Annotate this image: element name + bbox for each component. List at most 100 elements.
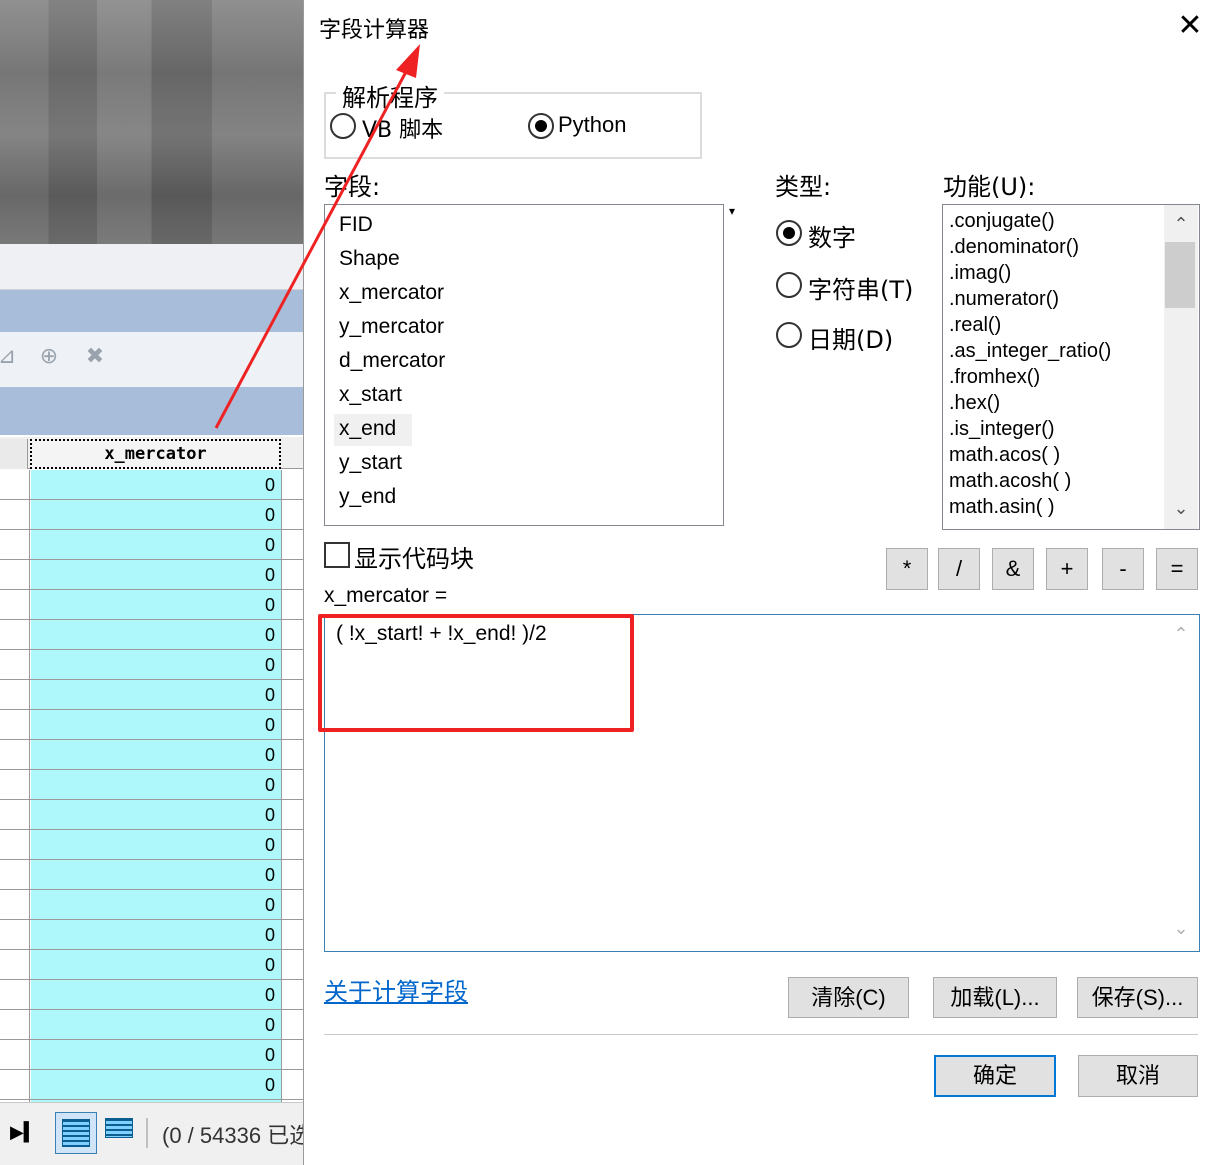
operator-plus-button[interactable]: +	[1046, 548, 1088, 590]
show-all-records-button[interactable]	[55, 1112, 97, 1154]
row-selector[interactable]	[0, 680, 30, 709]
table-row[interactable]: 0	[0, 770, 303, 800]
table-cell-x-mercator[interactable]: 0	[31, 650, 282, 679]
table-cell-x-mercator[interactable]: 0	[31, 1040, 282, 1069]
table-cell-x-mercator[interactable]: 0	[31, 980, 282, 1009]
type-date-radio[interactable]	[776, 322, 802, 348]
row-selector[interactable]	[0, 740, 30, 769]
table-cell-x-mercator[interactable]: 0	[31, 950, 282, 979]
function-item[interactable]: .is_integer()	[949, 418, 1055, 441]
field-item[interactable]: FID	[339, 213, 373, 237]
function-item[interactable]: math.asin( )	[949, 496, 1055, 519]
table-cell-x-mercator[interactable]: 0	[31, 530, 282, 559]
field-item[interactable]: y_end	[339, 485, 396, 509]
row-selector[interactable]	[0, 980, 30, 1009]
table-cell-next[interactable]	[283, 1010, 303, 1039]
table-cell-x-mercator[interactable]: 0	[31, 500, 282, 529]
operator-equals-button[interactable]: =	[1156, 548, 1198, 590]
row-selector[interactable]	[0, 590, 30, 619]
parser-vbscript-radio[interactable]	[330, 113, 356, 139]
field-item[interactable]: x_end	[339, 417, 396, 441]
table-cell-next[interactable]	[283, 560, 303, 589]
table-row[interactable]: 0	[0, 680, 303, 710]
select-by-attributes-icon[interactable]: ⊿	[0, 344, 20, 370]
table-row[interactable]: 0	[0, 710, 303, 740]
row-selector[interactable]	[0, 710, 30, 739]
field-item[interactable]: x_start	[339, 383, 402, 407]
table-cell-x-mercator[interactable]: 0	[31, 710, 282, 739]
table-row[interactable]: 0	[0, 470, 303, 500]
table-cell-next[interactable]	[283, 740, 303, 769]
scroll-up-icon[interactable]: ⌃	[1166, 214, 1196, 235]
table-cell-next[interactable]	[283, 770, 303, 799]
row-selector[interactable]	[0, 500, 30, 529]
table-cell-x-mercator[interactable]: 0	[31, 890, 282, 919]
column-header-x-mercator[interactable]: x_mercator	[30, 439, 281, 469]
table-cell-x-mercator[interactable]: 0	[31, 1010, 282, 1039]
row-selector[interactable]	[0, 950, 30, 979]
function-item[interactable]: .denominator()	[949, 236, 1079, 259]
row-selector[interactable]	[0, 800, 30, 829]
table-cell-next[interactable]	[283, 1040, 303, 1069]
function-item[interactable]: .imag()	[949, 262, 1011, 285]
table-cell-next[interactable]	[283, 470, 303, 499]
operator-ampersand-button[interactable]: &	[992, 548, 1034, 590]
table-row[interactable]: 0	[0, 830, 303, 860]
last-record-icon[interactable]: ▶▍	[10, 1122, 38, 1143]
table-row[interactable]: 0	[0, 1040, 303, 1070]
table-row[interactable]: 0	[0, 1070, 303, 1100]
table-cell-next[interactable]	[283, 980, 303, 1009]
field-item[interactable]: y_mercator	[339, 315, 444, 339]
table-row[interactable]: 0	[0, 530, 303, 560]
close-icon[interactable]: ✕	[1170, 8, 1210, 44]
table-cell-x-mercator[interactable]: 0	[31, 830, 282, 859]
row-selector[interactable]	[0, 650, 30, 679]
functions-scroll-thumb[interactable]	[1165, 242, 1195, 308]
field-item[interactable]: x_mercator	[339, 281, 444, 305]
delete-icon[interactable]: ✖	[82, 344, 108, 370]
field-item[interactable]: Shape	[339, 247, 400, 271]
table-row[interactable]: 0	[0, 560, 303, 590]
table-cell-next[interactable]	[283, 800, 303, 829]
cancel-button[interactable]: 取消	[1078, 1055, 1198, 1097]
scroll-down-icon[interactable]: ⌄	[1166, 498, 1196, 519]
table-cell-next[interactable]	[283, 920, 303, 949]
table-cell-next[interactable]	[283, 650, 303, 679]
zoom-to-selected-icon[interactable]: ⊕	[36, 344, 62, 370]
function-item[interactable]: math.acosh( )	[949, 470, 1071, 493]
table-cell-x-mercator[interactable]: 0	[31, 590, 282, 619]
table-cell-next[interactable]	[283, 950, 303, 979]
table-cell-x-mercator[interactable]: 0	[31, 620, 282, 649]
table-row[interactable]: 0	[0, 650, 303, 680]
table-row[interactable]: 0	[0, 590, 303, 620]
sort-dropdown-icon[interactable]: ▾	[729, 204, 735, 218]
field-item[interactable]: y_start	[339, 451, 402, 475]
row-selector[interactable]	[0, 890, 30, 919]
table-row[interactable]: 0	[0, 1010, 303, 1040]
table-cell-next[interactable]	[283, 890, 303, 919]
table-cell-next[interactable]	[283, 530, 303, 559]
table-row[interactable]: 0	[0, 950, 303, 980]
clear-button[interactable]: 清除(C)	[788, 977, 909, 1018]
table-cell-next[interactable]	[283, 830, 303, 859]
table-cell-next[interactable]	[283, 680, 303, 709]
table-row[interactable]: 0	[0, 740, 303, 770]
about-calculate-field-link[interactable]: 关于计算字段	[324, 972, 468, 1007]
table-row[interactable]: 0	[0, 800, 303, 830]
row-selector[interactable]	[0, 530, 30, 559]
field-item[interactable]: d_mercator	[339, 349, 445, 373]
row-selector[interactable]	[0, 1040, 30, 1069]
table-row[interactable]: 0	[0, 980, 303, 1010]
save-button[interactable]: 保存(S)...	[1077, 977, 1198, 1018]
row-selector[interactable]	[0, 560, 30, 589]
table-cell-x-mercator[interactable]: 0	[31, 800, 282, 829]
table-cell-next[interactable]	[283, 860, 303, 889]
row-selector[interactable]	[0, 860, 30, 889]
load-button[interactable]: 加载(L)...	[933, 977, 1057, 1018]
function-item[interactable]: math.acos( )	[949, 444, 1060, 467]
table-cell-x-mercator[interactable]: 0	[31, 920, 282, 949]
table-cell-x-mercator[interactable]: 0	[31, 1070, 282, 1099]
row-selector[interactable]	[0, 620, 30, 649]
row-selector[interactable]	[0, 470, 30, 499]
row-selector[interactable]	[0, 770, 30, 799]
